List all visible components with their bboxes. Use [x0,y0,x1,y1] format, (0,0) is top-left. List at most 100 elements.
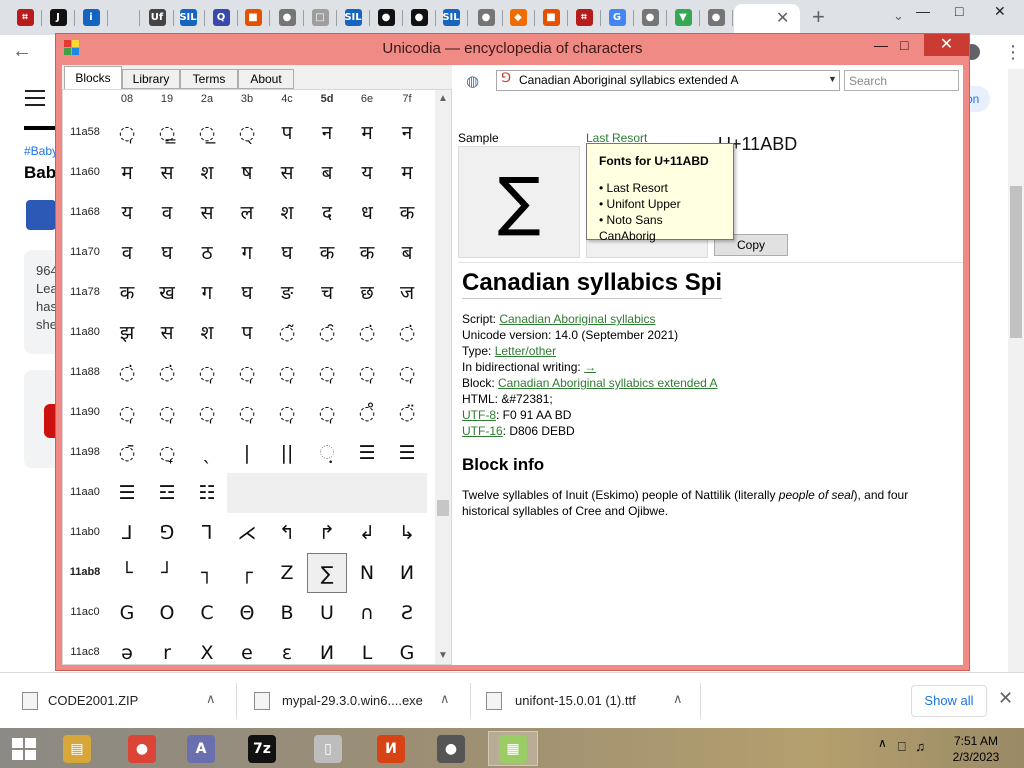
browser-tab[interactable] [110,4,136,31]
browser-tab[interactable]: J [45,4,71,31]
character-cell[interactable]: ◌̩ [227,393,267,433]
character-cell[interactable]: स [147,313,187,353]
character-cell[interactable]: O [147,593,187,633]
character-cell[interactable]: ब [307,153,347,193]
character-cell[interactable]: श [187,313,227,353]
browser-tab[interactable]: Q [208,4,234,31]
chevron-up-icon[interactable]: ∧ [673,691,683,707]
selected-character-cell[interactable]: ∑ [307,553,347,593]
character-cell[interactable]: B [267,593,307,633]
browser-tab[interactable]: ● [703,4,729,31]
taskbar-app[interactable]: ▤ [52,731,102,766]
character-cell[interactable]: N [347,553,387,593]
character-cell[interactable]: ◌̲ [187,113,227,153]
back-arrow-icon[interactable]: ← [12,40,32,63]
window-close-button[interactable]: ✕ [924,34,969,56]
character-cell[interactable]: ष [227,153,267,193]
character-cell[interactable]: G [107,593,147,633]
character-cell[interactable]: Θ [227,593,267,633]
character-cell[interactable]: ☰ [347,433,387,473]
tray-icons[interactable]: ⎕ ♫ [898,739,928,755]
tab-terms[interactable]: Terms [180,69,238,89]
taskbar-app[interactable]: И [366,731,416,766]
character-cell[interactable]: ◌̊ [347,393,387,433]
browser-tab[interactable]: ● [274,4,300,31]
character-cell[interactable]: C [187,593,227,633]
character-cell[interactable]: ◌̩ [147,393,187,433]
character-cell[interactable]: झ [107,313,147,353]
character-cell[interactable]: क [107,273,147,313]
tab-search-chevron-icon[interactable]: ⌄ [893,8,904,24]
character-cell[interactable]: ◌̟ [147,433,187,473]
character-cell[interactable]: ◌̩ [187,393,227,433]
character-cell[interactable]: ब [387,233,427,273]
type-link[interactable]: Letter/other [495,344,556,358]
character-cell[interactable]: स [147,153,187,193]
character-cell[interactable]: ଼ [307,433,347,473]
browser-tab[interactable]: ◆ [505,4,531,31]
character-cell[interactable]: Z [267,553,307,593]
tab-library[interactable]: Library [122,69,180,89]
character-cell[interactable]: श [267,193,307,233]
close-downloads-icon[interactable]: ✕ [998,688,1013,709]
page-hashtag-link[interactable]: #Baby [24,144,58,158]
character-cell[interactable]: ङ [267,273,307,313]
tab-blocks[interactable]: Blocks [64,66,122,90]
character-cell[interactable]: घ [227,273,267,313]
character-cell[interactable]: ┘ [147,553,187,593]
character-cell[interactable]: И [307,633,347,664]
tab-about[interactable]: About [238,69,294,89]
character-cell[interactable]: ◌̩ [267,393,307,433]
taskbar-app[interactable]: ▯ [303,731,353,766]
character-cell[interactable]: ☰ [107,473,147,513]
browser-minimize-button[interactable]: — [916,3,930,19]
taskbar-app[interactable]: A [176,731,226,766]
character-cell[interactable]: ∩ [347,593,387,633]
browser-tab[interactable]: □ [307,4,333,31]
character-cell[interactable]: ◌̇ [387,313,427,353]
taskbar-app[interactable]: ● [117,731,167,766]
character-cell[interactable]: G [387,633,427,664]
browser-tab[interactable]: ⌗ [571,4,597,31]
taskbar-app[interactable]: 7z [237,731,287,766]
download-item[interactable]: mypal-29.3.0.win6....exe ∧ [236,673,470,729]
character-cell[interactable]: म [347,113,387,153]
character-cell[interactable]: ग [187,273,227,313]
character-cell[interactable]: व [107,233,147,273]
character-cell[interactable]: य [347,153,387,193]
character-cell[interactable]: └ [107,553,147,593]
character-cell[interactable]: ◌̩ [267,353,307,393]
browser-close-button[interactable]: ✕ [994,3,1006,20]
character-cell[interactable]: ☲ [147,473,187,513]
character-cell[interactable]: ⅂ [187,513,227,553]
character-cell[interactable]: ध [347,193,387,233]
script-link[interactable]: Canadian Aboriginal syllabics [499,312,655,326]
character-cell[interactable]: ◌̄ [107,433,147,473]
character-cell[interactable]: ☷ [187,473,227,513]
character-cell[interactable]: ◌̇ [107,353,147,393]
character-cell[interactable]: ख [147,273,187,313]
scroll-up-arrow-icon[interactable]: ▲ [438,93,448,104]
tray-expand-icon[interactable]: ∧ [878,736,887,750]
character-cell[interactable]: ⅁ [147,513,187,553]
character-cell[interactable]: ठ [187,233,227,273]
browser-tab[interactable]: ■ [240,4,266,31]
taskbar-app[interactable]: ● [426,731,476,766]
chevron-up-icon[interactable]: ∧ [206,691,216,707]
character-cell[interactable]: Ƨ [387,593,427,633]
browser-tab[interactable]: Uf [144,4,170,31]
browser-tab[interactable]: i [78,4,104,31]
browser-tab[interactable]: SIL [438,4,464,31]
active-browser-tab[interactable] [734,4,800,35]
character-cell[interactable]: r [147,633,187,664]
browser-tab[interactable]: ⌗ [12,4,38,31]
character-cell[interactable]: ↳ [387,513,427,553]
window-maximize-button[interactable]: □ [900,37,908,53]
grid-scrollbar-thumb[interactable] [437,500,449,516]
block-select-dropdown[interactable]: Canadian Aboriginal syllabics extended A [496,70,840,91]
page-scrollbar-thumb[interactable] [1010,186,1022,338]
window-title-bar[interactable]: Unicodia — encyclopedia of characters — … [56,34,969,63]
character-cell[interactable]: घ [147,233,187,273]
utf16-link[interactable]: UTF-16 [462,424,503,438]
character-cell[interactable]: ◌̩ [387,353,427,393]
